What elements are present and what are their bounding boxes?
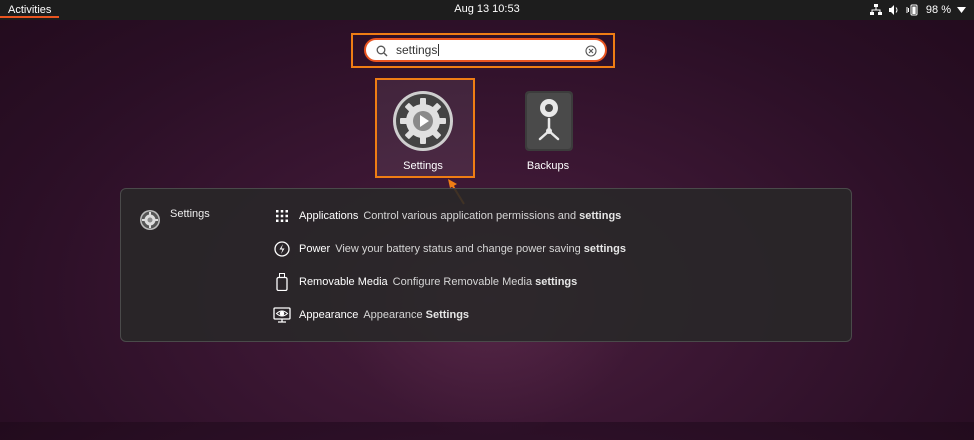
result-match: settings [535, 276, 578, 288]
result-description: View your battery status and change powe… [335, 243, 581, 255]
result-title: Power [299, 243, 331, 255]
clock[interactable]: Aug 13 10:53 [0, 3, 974, 15]
system-menu-arrow-icon[interactable] [957, 7, 966, 13]
search-input[interactable]: settings [364, 38, 607, 62]
battery-icon [906, 4, 920, 16]
result-title: Removable Media [299, 276, 388, 288]
result-appearance[interactable]: Appearance Appearance Settings [272, 305, 469, 325]
result-description: Configure Removable Media [392, 276, 533, 288]
system-tray[interactable]: 98 % [869, 2, 966, 18]
result-removable-media[interactable]: Removable Media Configure Removable Medi… [272, 272, 577, 292]
battery-percent: 98 % [925, 4, 951, 16]
provider-name[interactable]: Settings [170, 208, 210, 220]
result-title: Applications [299, 210, 359, 222]
result-description: Control various application permissions … [363, 210, 577, 222]
result-match: Settings [425, 309, 470, 321]
backups-icon[interactable] [525, 91, 573, 156]
clear-icon[interactable] [585, 44, 597, 62]
appearance-icon [272, 305, 292, 325]
grid-icon [272, 206, 292, 226]
backups-app-label[interactable]: Backups [515, 160, 581, 172]
result-match: settings [583, 243, 626, 255]
result-applications[interactable]: Applications Control various application… [272, 206, 621, 226]
usb-drive-icon [272, 272, 292, 292]
settings-gear-icon[interactable] [139, 209, 161, 236]
network-icon [869, 4, 882, 16]
search-icon [376, 44, 388, 62]
result-description: Appearance [363, 309, 423, 321]
top-bar: Activities Aug 13 10:53 98 % [0, 0, 974, 20]
result-title: Appearance [299, 309, 359, 321]
result-power[interactable]: Power View your battery status and chang… [272, 239, 626, 259]
result-match: settings [579, 210, 622, 222]
search-text: settings [396, 43, 440, 57]
volume-icon [888, 4, 900, 16]
settings-app-label[interactable]: Settings [390, 160, 456, 172]
power-icon [272, 239, 292, 259]
settings-gear-icon[interactable] [392, 90, 454, 157]
